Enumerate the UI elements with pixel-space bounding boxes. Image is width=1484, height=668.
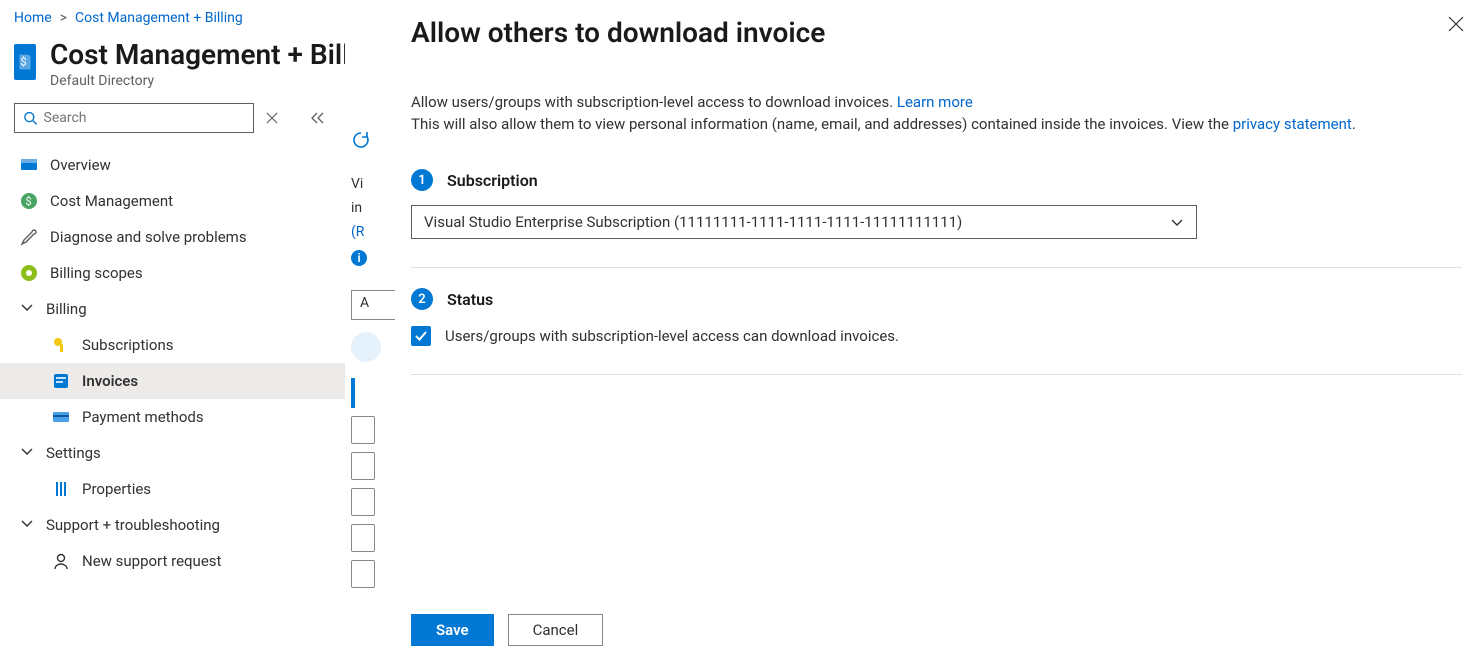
- step-1-title: Subscription: [447, 171, 538, 190]
- payment-icon: [52, 408, 70, 426]
- properties-icon: [52, 480, 70, 498]
- panel-title: Allow others to download invoice: [411, 16, 1462, 49]
- chevron-down-icon: [20, 444, 34, 462]
- nav-invoices[interactable]: Invoices: [0, 363, 345, 399]
- overview-icon: [20, 156, 38, 174]
- nav-invoices-label: Invoices: [82, 372, 138, 390]
- nav-cost-management[interactable]: $ Cost Management: [0, 183, 345, 219]
- step-2-badge: 2: [411, 288, 433, 310]
- chevron-down-icon: [1170, 215, 1184, 229]
- svg-text:$: $: [20, 56, 26, 69]
- privacy-statement-link[interactable]: privacy statement: [1233, 115, 1352, 133]
- divider: [411, 267, 1462, 268]
- breadcrumb-section[interactable]: Cost Management + Billing: [75, 10, 243, 26]
- breadcrumb: Home > Cost Management + Billing: [0, 0, 345, 32]
- obscured-text: A: [351, 290, 395, 320]
- nav-overview-label: Overview: [50, 156, 111, 174]
- save-button[interactable]: Save: [411, 614, 494, 646]
- search-input[interactable]: [44, 110, 245, 126]
- step-1-header: 1 Subscription: [411, 169, 1462, 191]
- billing-icon: $: [14, 44, 36, 80]
- search-icon: [23, 110, 38, 126]
- left-nav-column: Home > Cost Management + Billing $ Cost …: [0, 0, 345, 668]
- page-title: Cost Management + Billing: [50, 38, 345, 71]
- obscured-row: [351, 416, 375, 444]
- nav-properties-label: Properties: [82, 480, 151, 498]
- chevron-right-icon: >: [60, 10, 67, 26]
- step-1-badge: 1: [411, 169, 433, 191]
- check-icon: [414, 329, 428, 343]
- nav-overview[interactable]: Overview: [0, 147, 345, 183]
- diagnose-icon: [20, 228, 38, 246]
- nav-payment-methods[interactable]: Payment methods: [0, 399, 345, 435]
- key-icon: [52, 336, 70, 354]
- svg-text:$: $: [26, 195, 32, 208]
- nav-group-settings-label: Settings: [46, 444, 101, 462]
- allow-download-checkbox-label: Users/groups with subscription-level acc…: [445, 327, 899, 345]
- nav-payment-methods-label: Payment methods: [82, 408, 204, 426]
- nav-new-support-label: New support request: [82, 552, 221, 570]
- clear-search-button[interactable]: [262, 108, 282, 128]
- step-2-header: 2 Status: [411, 288, 1462, 310]
- nav-new-support[interactable]: New support request: [0, 543, 345, 579]
- collapse-nav-button[interactable]: [308, 108, 328, 128]
- selected-row-indicator: [351, 378, 355, 408]
- nav-diagnose-label: Diagnose and solve problems: [50, 228, 247, 246]
- nav-list: Overview $ Cost Management Diagnose and …: [0, 143, 345, 579]
- pill-fragment: [351, 332, 381, 362]
- info-icon: i: [351, 250, 367, 266]
- nav-group-billing-label: Billing: [46, 300, 87, 318]
- divider: [411, 374, 1462, 375]
- nav-group-support[interactable]: Support + troubleshooting: [0, 507, 345, 543]
- nav-cost-management-label: Cost Management: [50, 192, 173, 210]
- obscured-row: [351, 488, 375, 516]
- obscured-link[interactable]: (R: [345, 220, 395, 244]
- invoice-icon: [52, 372, 70, 390]
- help-text-1: Allow users/groups with subscription-lev…: [411, 93, 897, 111]
- nav-billing-scopes-label: Billing scopes: [50, 264, 143, 282]
- obscured-row: [351, 560, 375, 588]
- search-input-wrapper[interactable]: [14, 103, 254, 133]
- obscured-row: [351, 524, 375, 552]
- nav-diagnose[interactable]: Diagnose and solve problems: [0, 219, 345, 255]
- nav-billing-scopes[interactable]: Billing scopes: [0, 255, 345, 291]
- support-icon: [52, 552, 70, 570]
- close-button[interactable]: [1448, 16, 1464, 36]
- allow-download-panel: Allow others to download invoice Allow u…: [395, 0, 1484, 668]
- subscription-select-value: Visual Studio Enterprise Subscription (1…: [424, 213, 962, 231]
- obscured-text: in: [345, 196, 395, 220]
- chevron-down-icon: [20, 300, 34, 318]
- help-text: Allow users/groups with subscription-lev…: [411, 91, 1462, 135]
- step-2-title: Status: [447, 290, 493, 309]
- cancel-button[interactable]: Cancel: [508, 614, 604, 646]
- help-text-2: This will also allow them to view person…: [411, 115, 1233, 133]
- subscription-select[interactable]: Visual Studio Enterprise Subscription (1…: [411, 205, 1197, 239]
- learn-more-link[interactable]: Learn more: [897, 93, 973, 111]
- billing-scopes-icon: [20, 264, 38, 282]
- obscured-row: [351, 452, 375, 480]
- page-title-bar: $ Cost Management + Billing Default Dire…: [0, 32, 345, 97]
- panel-body: Allow users/groups with subscription-lev…: [411, 91, 1462, 596]
- close-icon: [1448, 16, 1464, 32]
- nav-group-support-label: Support + troubleshooting: [46, 516, 220, 534]
- cost-management-icon: $: [20, 192, 38, 210]
- breadcrumb-home[interactable]: Home: [14, 10, 52, 26]
- nav-subscriptions[interactable]: Subscriptions: [0, 327, 345, 363]
- nav-group-settings[interactable]: Settings: [0, 435, 345, 471]
- chevron-down-icon: [20, 516, 34, 534]
- nav-group-billing[interactable]: Billing: [0, 291, 345, 327]
- nav-subscriptions-label: Subscriptions: [82, 336, 173, 354]
- allow-download-checkbox[interactable]: [411, 326, 431, 346]
- obscured-content-sliver: Vi in (R i A: [345, 0, 395, 668]
- obscured-text: Vi: [345, 172, 395, 196]
- search-row: [0, 97, 345, 143]
- page-subtitle: Default Directory: [50, 73, 345, 89]
- nav-properties[interactable]: Properties: [0, 471, 345, 507]
- panel-footer: Save Cancel: [411, 596, 1462, 668]
- allow-download-checkbox-row: Users/groups with subscription-level acc…: [411, 326, 1462, 346]
- refresh-icon: [351, 130, 371, 150]
